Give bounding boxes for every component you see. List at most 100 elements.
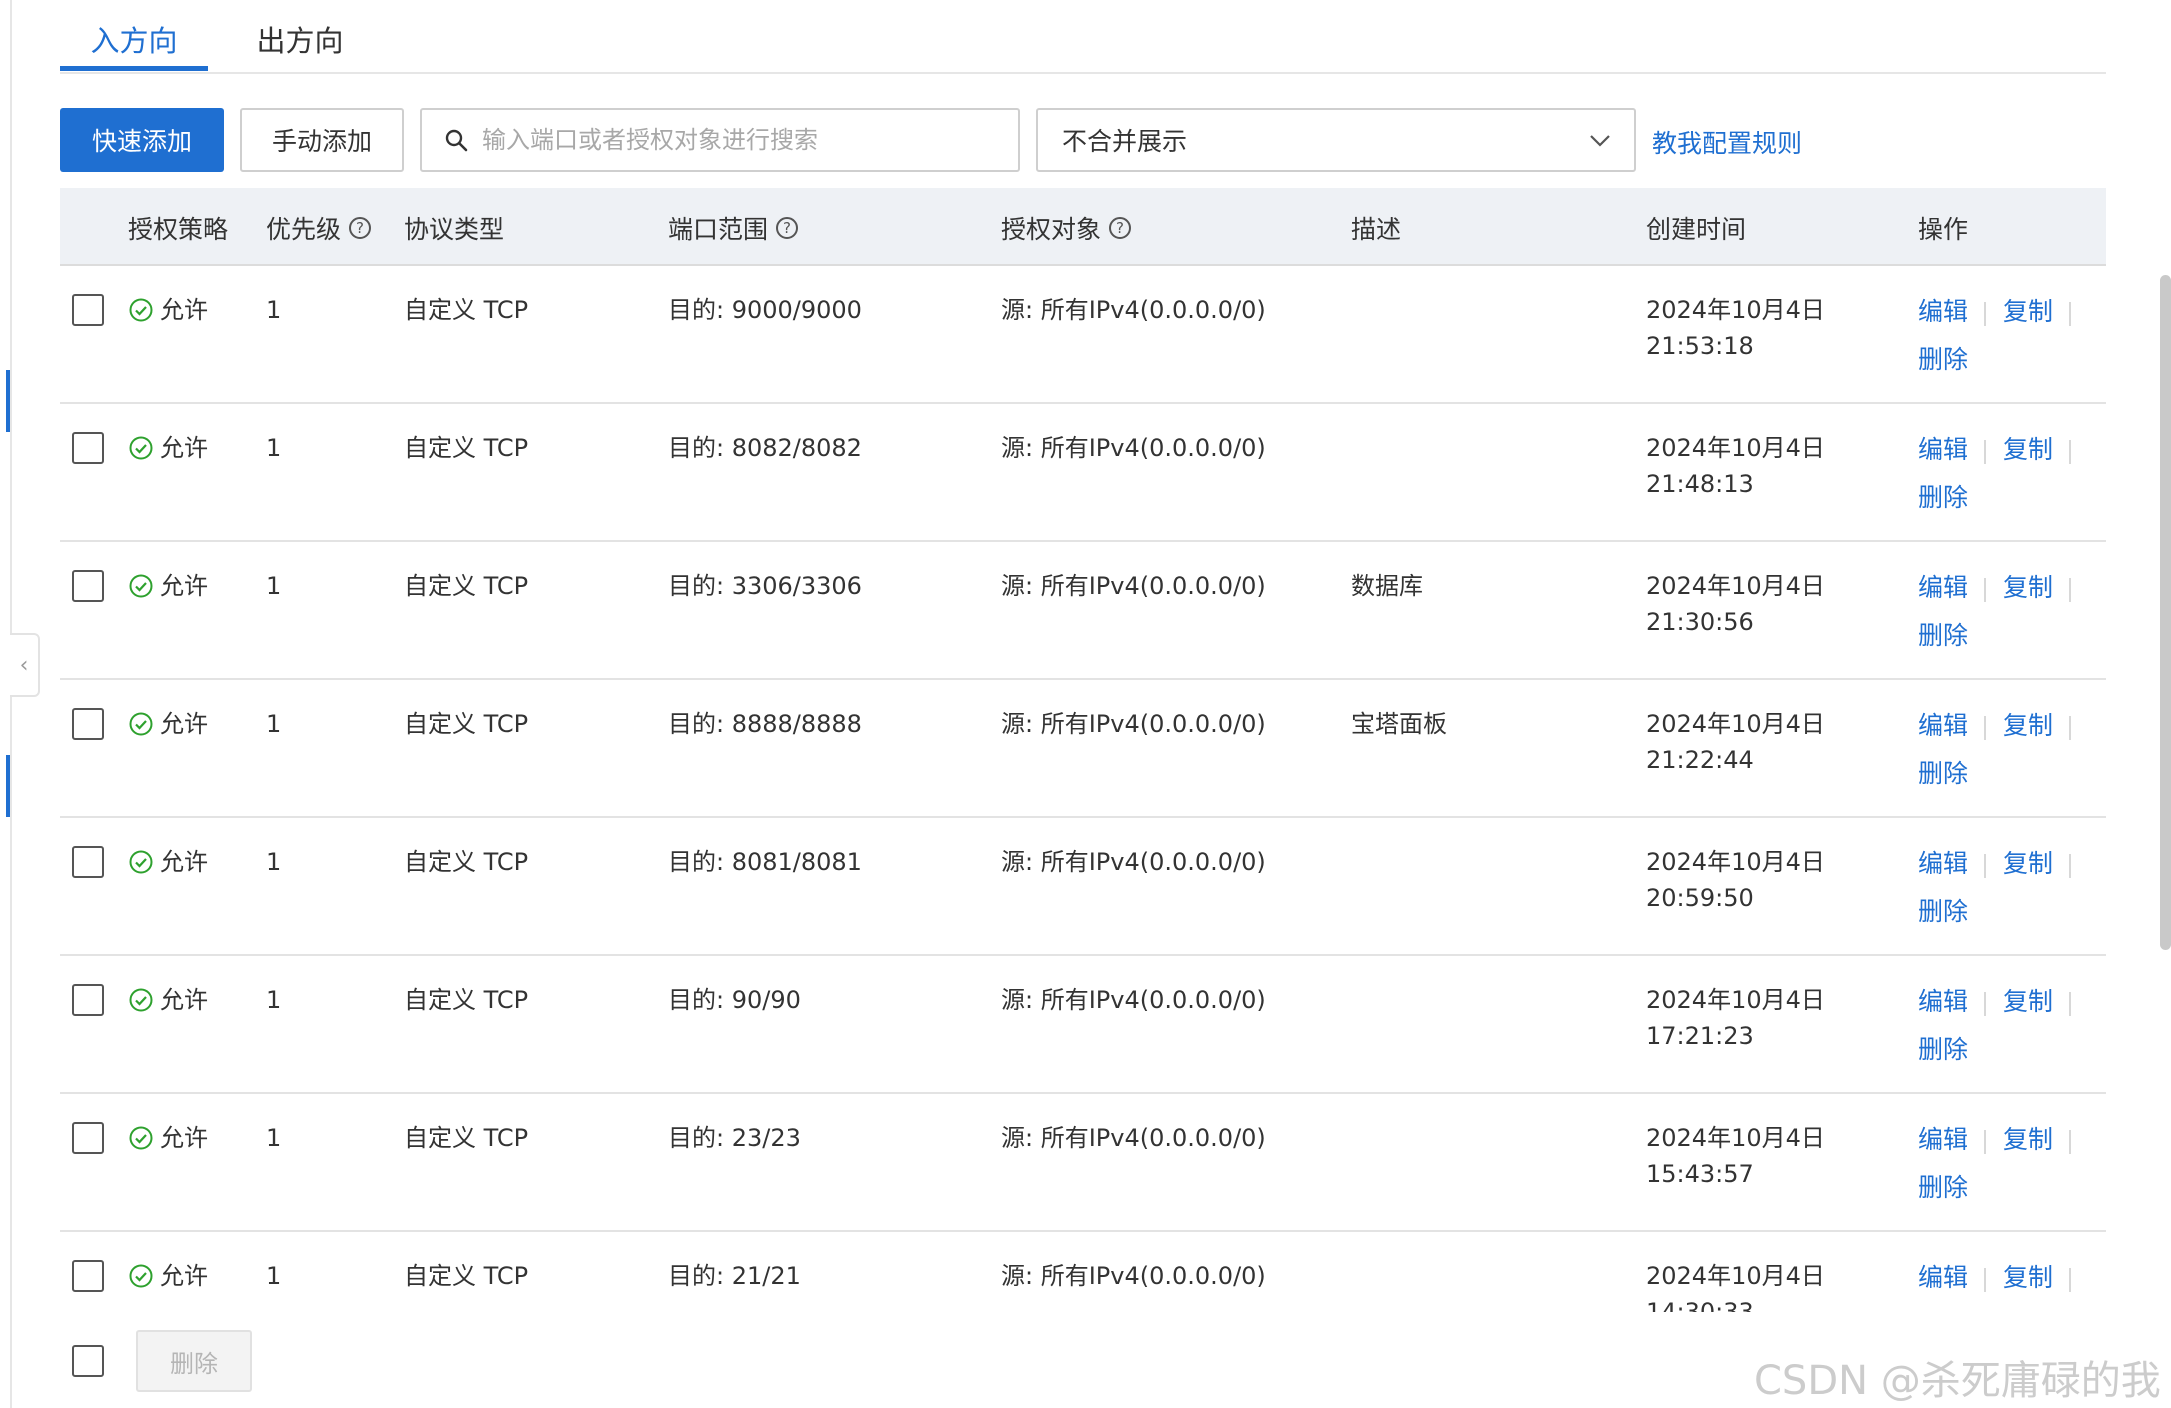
search-input[interactable]: [480, 125, 1004, 155]
edit-link[interactable]: 编辑: [1918, 1122, 1968, 1158]
row-checkbox[interactable]: [72, 1260, 104, 1292]
delete-link[interactable]: 删除: [1918, 618, 1968, 654]
column-header-port-range[interactable]: 端口范围 ?: [668, 210, 799, 246]
divider: [1984, 302, 1986, 326]
auth-object-cell: 源: 所有IPv4(0.0.0.0/0): [1001, 572, 1266, 600]
row-checkbox[interactable]: [72, 708, 104, 740]
scrollbar-thumb[interactable]: [2160, 275, 2171, 950]
policy-cell: 允许: [128, 430, 208, 466]
copy-link[interactable]: 复制: [2003, 984, 2053, 1020]
protocol-cell: 自定义 TCP: [404, 1262, 529, 1290]
tab-outbound[interactable]: 出方向: [240, 18, 360, 74]
copy-link[interactable]: 复制: [2003, 1260, 2053, 1296]
policy-cell: 允许: [128, 1258, 208, 1294]
table-row: 允许 1 自定义 TCP 目的: 8082/8082 源: 所有IPv4(0.0…: [60, 404, 2106, 542]
edit-link[interactable]: 编辑: [1918, 432, 1968, 468]
check-circle-icon: [129, 988, 153, 1012]
divider: [2069, 854, 2071, 878]
sidebar-collapse-handle[interactable]: ‹: [10, 633, 40, 697]
search-icon: [445, 129, 468, 152]
security-group-rules-page: ‹ 入方向 出方向 快速添加 手动添加 不合并展示 教我配置规则 授权策略 优先…: [0, 0, 2171, 1408]
delete-link[interactable]: 删除: [1918, 756, 1968, 792]
created-time-cell: 2024年10月4日 14:30:33: [1646, 1262, 1825, 1312]
copy-link[interactable]: 复制: [2003, 708, 2053, 744]
priority-cell: 1: [266, 1262, 282, 1290]
auth-object-cell: 源: 所有IPv4(0.0.0.0/0): [1001, 710, 1266, 738]
policy-cell: 允许: [128, 706, 208, 742]
column-header-created[interactable]: 创建时间: [1646, 210, 1746, 246]
port-range-cell: 目的: 8888/8888: [668, 710, 862, 738]
port-range-cell: 目的: 3306/3306: [668, 572, 862, 600]
protocol-cell: 自定义 TCP: [404, 434, 529, 462]
table-row: 允许 1 自定义 TCP 目的: 8888/8888 源: 所有IPv4(0.0…: [60, 680, 2106, 818]
edit-link[interactable]: 编辑: [1918, 708, 1968, 744]
column-header-description[interactable]: 描述: [1351, 210, 1401, 246]
divider: [1984, 440, 1986, 464]
port-range-cell: 目的: 8081/8081: [668, 848, 862, 876]
copy-link[interactable]: 复制: [2003, 846, 2053, 882]
check-circle-icon: [129, 850, 153, 874]
row-checkbox[interactable]: [72, 294, 104, 326]
help-circle-icon[interactable]: ?: [776, 217, 799, 239]
row-checkbox[interactable]: [72, 846, 104, 878]
copy-link[interactable]: 复制: [2003, 432, 2053, 468]
copy-link[interactable]: 复制: [2003, 570, 2053, 606]
quick-add-button[interactable]: 快速添加: [60, 108, 224, 172]
edit-link[interactable]: 编辑: [1918, 984, 1968, 1020]
check-circle-icon: [129, 712, 153, 736]
edit-link[interactable]: 编辑: [1918, 1260, 1968, 1296]
row-checkbox[interactable]: [72, 984, 104, 1016]
config-help-link[interactable]: 教我配置规则: [1652, 124, 1802, 160]
policy-cell: 允许: [128, 844, 208, 880]
delete-link[interactable]: 删除: [1918, 894, 1968, 930]
divider: [1984, 578, 1986, 602]
edit-link[interactable]: 编辑: [1918, 846, 1968, 882]
delete-link[interactable]: 删除: [1918, 480, 1968, 516]
table-row: 允许 1 自定义 TCP 目的: 90/90 源: 所有IPv4(0.0.0.0…: [60, 956, 2106, 1094]
divider: [2069, 1268, 2071, 1292]
edit-link[interactable]: 编辑: [1918, 570, 1968, 606]
select-all-checkbox[interactable]: [72, 1345, 104, 1377]
help-circle-icon[interactable]: ?: [349, 217, 372, 239]
auth-object-cell: 源: 所有IPv4(0.0.0.0/0): [1001, 1262, 1266, 1290]
divider: [2069, 716, 2071, 740]
port-range-cell: 目的: 23/23: [668, 1124, 801, 1152]
column-header-protocol[interactable]: 协议类型: [404, 210, 504, 246]
auth-object-cell: 源: 所有IPv4(0.0.0.0/0): [1001, 296, 1266, 324]
column-header-auth-object[interactable]: 授权对象 ?: [1001, 210, 1132, 246]
delete-link[interactable]: 删除: [1918, 1170, 1968, 1206]
row-checkbox[interactable]: [72, 432, 104, 464]
manual-add-button[interactable]: 手动添加: [240, 108, 404, 172]
copy-link[interactable]: 复制: [2003, 294, 2053, 330]
delete-link[interactable]: 删除: [1918, 342, 1968, 378]
help-circle-icon[interactable]: ?: [1109, 217, 1132, 239]
policy-cell: 允许: [128, 568, 208, 604]
chevron-left-icon: ‹: [19, 652, 29, 678]
column-header-policy[interactable]: 授权策略: [128, 210, 228, 246]
divider: [1984, 1130, 1986, 1154]
row-checkbox[interactable]: [72, 570, 104, 602]
check-circle-icon: [129, 1264, 153, 1288]
merge-display-select[interactable]: 不合并展示: [1036, 108, 1636, 172]
created-time-cell: 2024年10月4日 21:53:18: [1646, 296, 1825, 360]
created-time-cell: 2024年10月4日 21:22:44: [1646, 710, 1825, 774]
created-time-cell: 2024年10月4日 17:21:23: [1646, 986, 1825, 1050]
chevron-down-icon: [1590, 135, 1610, 147]
protocol-cell: 自定义 TCP: [404, 296, 529, 324]
table-header: 授权策略 优先级 ? 协议类型 端口范围 ? 授权对象 ? 描述 创建时间 操作: [60, 188, 2106, 266]
column-header-actions: 操作: [1918, 215, 1969, 244]
edit-link[interactable]: 编辑: [1918, 294, 1968, 330]
table-row: 允许 1 自定义 TCP 目的: 3306/3306 源: 所有IPv4(0.0…: [60, 542, 2106, 680]
table-row: 允许 1 自定义 TCP 目的: 8081/8081 源: 所有IPv4(0.0…: [60, 818, 2106, 956]
divider: [2069, 302, 2071, 326]
bulk-delete-button[interactable]: 删除: [136, 1330, 252, 1392]
column-header-priority[interactable]: 优先级 ?: [266, 210, 372, 246]
delete-link[interactable]: 删除: [1918, 1032, 1968, 1068]
row-checkbox[interactable]: [72, 1122, 104, 1154]
copy-link[interactable]: 复制: [2003, 1122, 2053, 1158]
watermark: CSDN @杀死庸碌的我: [1754, 1358, 2161, 1404]
table-row: 允许 1 自定义 TCP 目的: 9000/9000 源: 所有IPv4(0.0…: [60, 266, 2106, 404]
table-row: 允许 1 自定义 TCP 目的: 21/21 源: 所有IPv4(0.0.0.0…: [60, 1232, 2106, 1312]
check-circle-icon: [129, 436, 153, 460]
nav-active-marker: [6, 755, 10, 817]
